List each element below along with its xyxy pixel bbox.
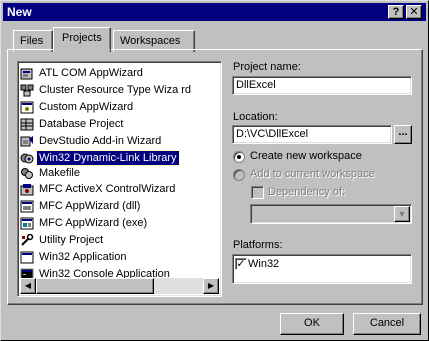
makefile-icon [21, 167, 33, 179]
scroll-left-button[interactable]: ◀ [20, 278, 36, 294]
project-name-input[interactable]: DllExcel [232, 76, 412, 95]
browse-button-label: ... [398, 126, 408, 138]
list-item[interactable]: Cluster Resource Type Wiza rd [20, 82, 193, 98]
dependency-checkbox[interactable] [251, 186, 264, 199]
platform-win32-label: Win32 [248, 258, 280, 270]
tab-projects-label: Projects [62, 32, 102, 44]
platforms-list[interactable]: ✓ Win32 [232, 254, 412, 284]
ok-button-label: OK [304, 317, 320, 329]
radio-selected-dot [237, 155, 241, 159]
list-item[interactable]: DevStudio Add-in Wizard [20, 133, 163, 149]
list-item-label: MFC AppWizard (dll) [39, 200, 141, 212]
location-value: D:\VC\DllExcel [236, 128, 309, 140]
list-item[interactable]: Makefile [20, 165, 82, 181]
arrow-left-icon: ◀ [24, 281, 32, 290]
add-workspace-label: Add to current workspace [250, 168, 375, 180]
atl-wizard-icon [20, 68, 33, 79]
custom-wizard-icon [20, 101, 34, 113]
help-button[interactable]: ? [388, 5, 404, 19]
list-item[interactable]: Custom AppWizard [20, 99, 135, 115]
window-title: New [7, 5, 32, 19]
list-item-label: Utility Project [39, 234, 104, 246]
list-item-label: Win32 Application [39, 251, 127, 263]
list-item-label: MFC ActiveX ControlWizard [39, 183, 176, 195]
platform-win32-checkbox[interactable]: ✓ [235, 258, 247, 270]
project-type-list[interactable]: ATL COM AppWizard Cluster Resource Type … [17, 61, 222, 297]
list-item-label: MFC AppWizard (exe) [39, 217, 148, 229]
cancel-button-label: Cancel [369, 317, 405, 329]
platforms-label: Platforms: [233, 239, 283, 251]
scroll-right-button[interactable]: ▶ [203, 278, 219, 294]
dependency-dropdown[interactable]: ▼ [250, 204, 412, 224]
activex-icon [20, 183, 34, 195]
win32-app-icon [20, 251, 34, 263]
close-button[interactable]: ✕ [406, 5, 422, 19]
list-item[interactable]: MFC AppWizard (dll) [20, 198, 142, 214]
list-item-label: Database Project [39, 118, 124, 130]
mfc-dll-icon [20, 200, 34, 212]
scroll-thumb[interactable] [36, 278, 154, 294]
cancel-button[interactable]: Cancel [353, 313, 421, 335]
chevron-down-icon: ▼ [397, 209, 407, 219]
database-icon [20, 118, 34, 130]
help-icon: ? [392, 6, 400, 18]
dependency-label: Dependency of: [268, 186, 346, 198]
list-item[interactable]: Win32 Application [20, 249, 128, 265]
mfc-exe-icon [20, 217, 34, 229]
list-item-label: Win32 Dynamic-Link Library [36, 150, 180, 166]
add-workspace-radio[interactable] [233, 169, 245, 181]
active-tab-joiner [54, 49, 110, 51]
list-item[interactable]: ATL COM AppWizard [20, 65, 145, 81]
browse-button[interactable]: ... [394, 125, 412, 144]
create-workspace-label: Create new workspace [250, 150, 362, 162]
check-icon: ✓ [236, 258, 246, 270]
new-dialog: New ? ✕ Files Projects Workspaces ATL CO… [0, 0, 429, 341]
project-name-label: Project name: [233, 61, 301, 73]
list-item-label: ATL COM AppWizard [39, 67, 143, 79]
cluster-wizard-icon [20, 84, 34, 96]
list-item[interactable]: MFC ActiveX ControlWizard [20, 181, 177, 197]
dropdown-button[interactable]: ▼ [394, 206, 410, 222]
list-item-label: Makefile [39, 167, 80, 179]
list-item-label: Cluster Resource Type Wiza rd [39, 84, 192, 96]
close-icon: ✕ [409, 6, 419, 18]
arrow-right-icon: ▶ [207, 281, 215, 290]
ok-button[interactable]: OK [280, 313, 344, 335]
location-label: Location: [233, 111, 278, 123]
list-item-label: DevStudio Add-in Wizard [39, 135, 162, 147]
location-input[interactable]: D:\VC\DllExcel [232, 125, 392, 144]
title-bar[interactable]: New ? ✕ [3, 3, 426, 21]
utility-icon [21, 233, 34, 246]
list-item[interactable]: MFC AppWizard (exe) [20, 215, 149, 231]
addin-wizard-icon [20, 135, 33, 146]
list-item-selected[interactable]: Win32 Dynamic-Link Library [20, 150, 180, 166]
list-item[interactable]: Utility Project [20, 232, 105, 248]
tab-files-label: Files [20, 35, 44, 47]
list-item[interactable]: Database Project [20, 116, 125, 132]
tab-workspaces-label: Workspaces [120, 35, 181, 47]
list-item-label: Custom AppWizard [39, 101, 134, 113]
horizontal-scrollbar[interactable]: ◀ ▶ [20, 278, 219, 294]
create-workspace-radio[interactable] [233, 151, 245, 163]
project-name-value: DllExcel [236, 79, 276, 91]
dll-icon [20, 153, 34, 163]
